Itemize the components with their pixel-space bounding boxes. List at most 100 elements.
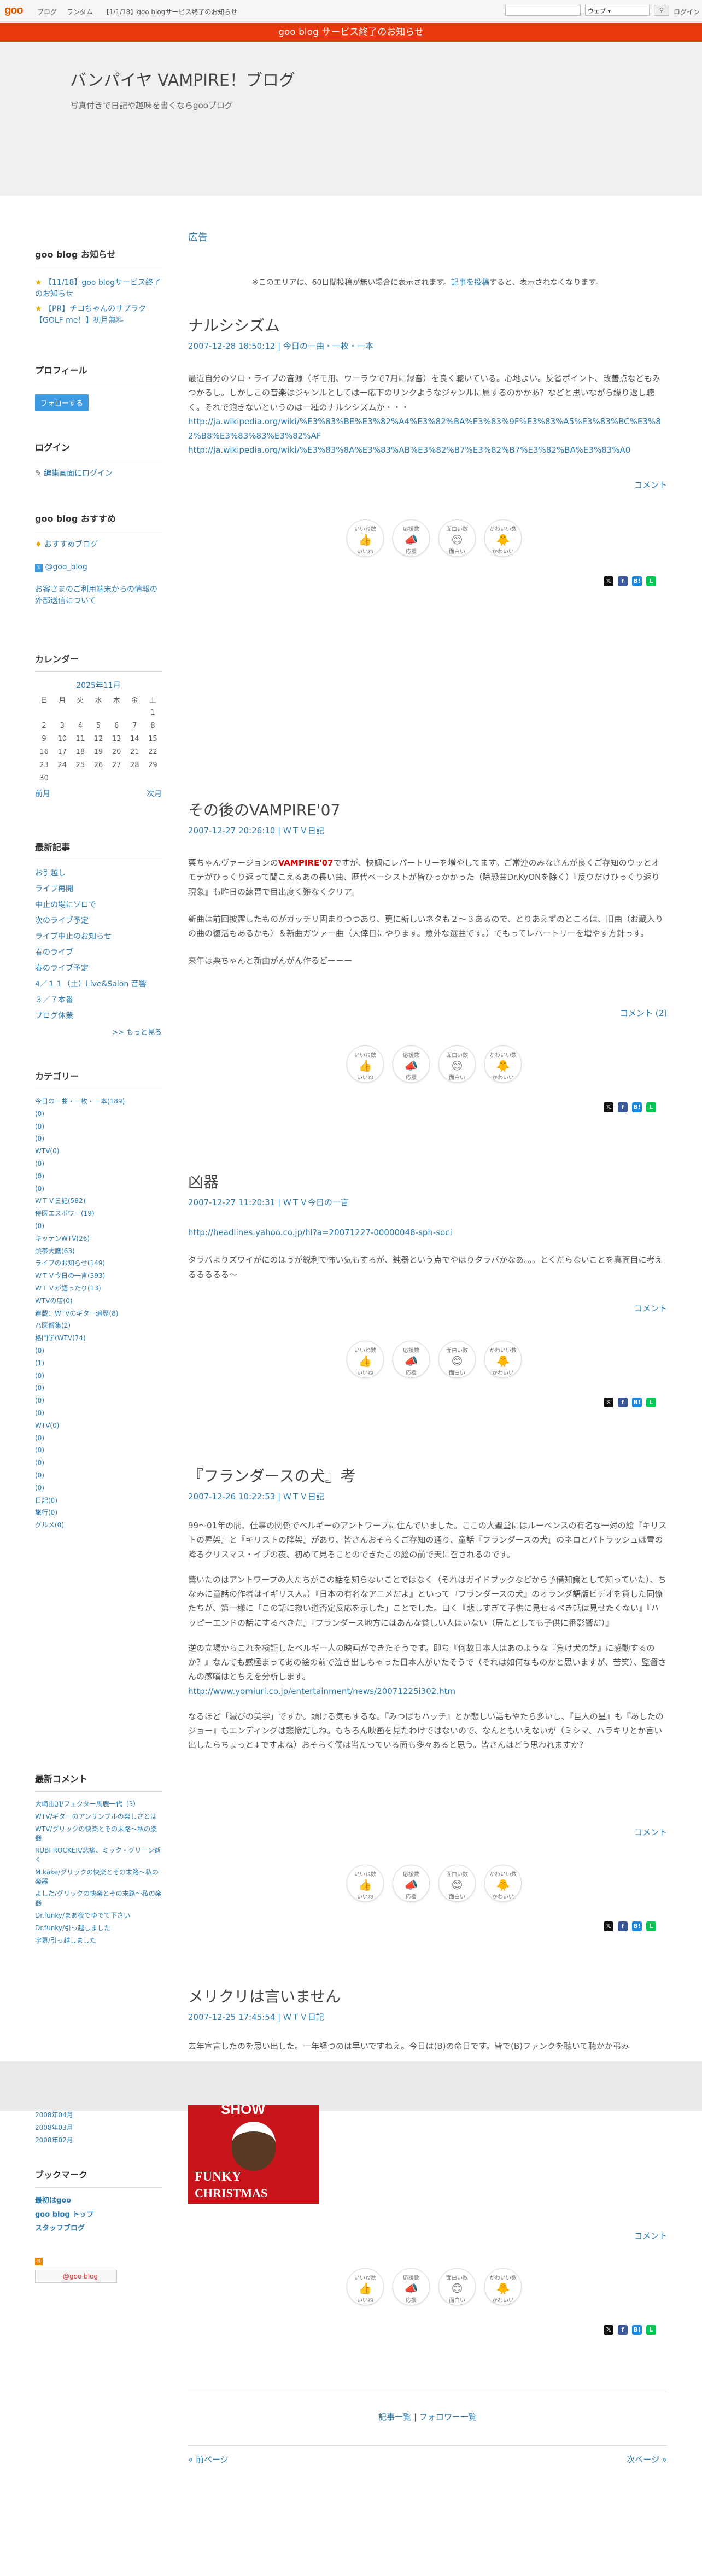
reaction-button-0[interactable]: いいね数 👍 いいね <box>347 1045 384 1083</box>
reaction-button-1[interactable]: 応援数 📣 応援 <box>393 1341 430 1378</box>
category-link[interactable]: (0) <box>35 1109 162 1119</box>
category-link[interactable]: ＷＴＶが語ったり(13) <box>35 1284 162 1293</box>
category-link[interactable]: (0) <box>35 1134 162 1143</box>
category-link[interactable]: ハ医僧集(2) <box>35 1321 162 1330</box>
facebook-icon[interactable]: f <box>618 2325 628 2335</box>
recent-comment-link[interactable]: WTV/ギターのアンサンブルの楽しさとは <box>35 1812 162 1821</box>
facebook-icon[interactable]: f <box>618 1921 628 1931</box>
category-link[interactable]: 旅行(0) <box>35 1508 162 1517</box>
reaction-button-2[interactable]: 面白い数 😊 面白い <box>438 519 476 557</box>
prev-page-link[interactable]: « 前ページ <box>188 2455 229 2464</box>
category-link[interactable]: ライブのお知らせ(149) <box>35 1259 162 1268</box>
news-item-1[interactable]: 【11/18】goo blogサービス終了のお知らせ <box>35 278 161 299</box>
rss-icon[interactable]: R <box>35 2257 43 2265</box>
reaction-button-0[interactable]: いいね数 👍 いいね <box>347 1341 384 1378</box>
reaction-button-3[interactable]: かわいい数 🐥 かわいい <box>484 1341 522 1378</box>
reaction-button-3[interactable]: かわいい数 🐥 かわいい <box>484 2268 522 2305</box>
post-article-link[interactable]: 記事を投稿 <box>451 278 489 287</box>
post-link[interactable]: http://headlines.yahoo.co.jp/hl?a=200712… <box>188 1228 452 1237</box>
category-link[interactable]: (0) <box>35 1159 162 1169</box>
recent-post-link[interactable]: ３／７本番 <box>35 995 162 1006</box>
post-category[interactable]: ＷＴＶ日記 <box>283 2012 324 2022</box>
post-link[interactable]: http://ja.wikipedia.org/wiki/%E3%83%8A%E… <box>188 445 630 455</box>
reaction-button-2[interactable]: 面白い数 😊 面白い <box>438 1045 476 1083</box>
facebook-icon[interactable]: f <box>618 1398 628 1407</box>
archive-link[interactable]: 2008年02月 <box>35 2136 162 2145</box>
reaction-button-3[interactable]: かわいい数 🐥 かわいい <box>484 519 522 557</box>
recent-post-link[interactable]: 4／１１（土）Live&Salon 音響 <box>35 979 162 990</box>
hatena-icon[interactable]: B! <box>632 1921 642 1931</box>
comment-link[interactable]: コメント <box>634 479 667 490</box>
category-link[interactable]: 熱帯大鷹(63) <box>35 1247 162 1256</box>
recent-comment-link[interactable]: 字幕/引っ越しました <box>35 1936 162 1946</box>
category-link[interactable]: (0) <box>35 1371 162 1381</box>
category-link[interactable]: WTV(0) <box>35 1147 162 1156</box>
bookmark-link[interactable]: 最初はgoo <box>35 2195 162 2206</box>
post-link[interactable]: http://www.yomiuri.co.jp/entertainment/n… <box>188 1686 455 1696</box>
line-icon[interactable]: L <box>646 576 656 586</box>
category-link[interactable]: 侍医エスポワー(19) <box>35 1209 162 1218</box>
category-link[interactable]: (0) <box>35 1122 162 1131</box>
topbar-link-notice[interactable]: 【1/1/18】goo blogサービス終了のお知らせ <box>103 8 237 16</box>
post-category[interactable]: 今日の一曲・一枚・一本 <box>283 341 373 351</box>
category-link[interactable]: ＷＴＶ今日の一言(393) <box>35 1271 162 1281</box>
x-icon[interactable]: 𝕏 <box>604 576 613 586</box>
category-link[interactable]: 日記(0) <box>35 1496 162 1505</box>
hatena-icon[interactable]: B! <box>632 1102 642 1112</box>
topbar-link-random[interactable]: ランダム <box>67 8 93 16</box>
reaction-button-1[interactable]: 応援数 📣 応援 <box>393 1865 430 1902</box>
search-input[interactable] <box>505 5 581 16</box>
line-icon[interactable]: L <box>646 1921 656 1931</box>
comment-link[interactable]: コメント <box>634 2230 667 2241</box>
hatena-icon[interactable]: B! <box>632 2325 642 2335</box>
reaction-button-1[interactable]: 応援数 📣 応援 <box>393 519 430 557</box>
funky-christmas-image[interactable]: SHOW FUNKY CHRISTMAS <box>188 2105 319 2204</box>
post-link[interactable]: http://ja.wikipedia.org/wiki/%E3%83%BE%E… <box>188 417 661 441</box>
follow-button[interactable]: フォローする <box>35 394 89 411</box>
recent-comment-link[interactable]: Dr.funky/引っ越しました <box>35 1924 162 1933</box>
category-link[interactable]: WTVの店(0) <box>35 1296 162 1306</box>
category-link[interactable]: (1) <box>35 1359 162 1368</box>
calendar-prev-link[interactable]: 前月 <box>35 788 50 799</box>
category-link[interactable]: (0) <box>35 1446 162 1455</box>
news-item-2[interactable]: 【PR】チコちゃんのサプラク【GOLF me！】初月無料 <box>35 305 146 325</box>
category-link[interactable]: 連載：WTVのギター遍歴(8) <box>35 1309 162 1318</box>
rec-blogs-link[interactable]: おすすめブログ <box>44 540 98 549</box>
recent-post-link[interactable]: ライブ中止のお知らせ <box>35 931 162 943</box>
external-transmission-link[interactable]: お客さまのご利用端末からの情報の外部送信について <box>35 585 157 605</box>
category-link[interactable]: (0) <box>35 1483 162 1493</box>
facebook-icon[interactable]: f <box>618 1102 628 1112</box>
recent-comment-link[interactable]: WTV/グリックの快楽とその末路～私の楽器 <box>35 1825 162 1843</box>
search-button[interactable]: ⚲ <box>654 5 669 16</box>
goo-blog-badge[interactable]: @goo blog <box>35 2269 117 2283</box>
calendar-next-link[interactable]: 次月 <box>147 788 162 799</box>
recent-post-link[interactable]: 春のライブ <box>35 947 162 959</box>
line-icon[interactable]: L <box>646 2325 656 2335</box>
blog-title[interactable]: バンパイヤ VAMPIRE！ブログ <box>70 67 295 91</box>
post-category[interactable]: ＷＴＶ日記 <box>283 826 324 836</box>
hatena-icon[interactable]: B! <box>632 1398 642 1407</box>
post-category[interactable]: ＷＴＶ日記 <box>283 1492 324 1502</box>
article-list-link[interactable]: 記事一覧 <box>378 2412 411 2422</box>
reaction-button-2[interactable]: 面白い数 😊 面白い <box>438 2268 476 2305</box>
comment-link[interactable]: コメント <box>634 1826 667 1838</box>
category-link[interactable]: (0) <box>35 1471 162 1480</box>
recent-post-link[interactable]: お引越し <box>35 868 162 879</box>
category-link[interactable]: 今日の一曲・一枚・一本(189) <box>35 1097 162 1106</box>
category-link[interactable]: (0) <box>35 1396 162 1405</box>
reaction-button-3[interactable]: かわいい数 🐥 かわいい <box>484 1865 522 1902</box>
x-icon[interactable]: 𝕏 <box>604 1102 613 1112</box>
x-icon[interactable]: 𝕏 <box>604 1398 613 1407</box>
category-link[interactable]: WTV(0) <box>35 1421 162 1430</box>
category-link[interactable]: ＷＴＶ日記(582) <box>35 1196 162 1206</box>
reaction-button-1[interactable]: 応援数 📣 応援 <box>393 2268 430 2305</box>
follower-list-link[interactable]: フォロワー一覧 <box>419 2412 477 2422</box>
reaction-button-2[interactable]: 面白い数 😊 面白い <box>438 1341 476 1378</box>
post-title[interactable]: 『フランダースの犬』考 <box>188 1464 667 1486</box>
bookmark-link[interactable]: スタッフブログ <box>35 2223 162 2234</box>
recent-post-link[interactable]: 春のライブ予定 <box>35 963 162 974</box>
category-link[interactable]: キッテンWTV(26) <box>35 1234 162 1243</box>
service-end-link[interactable]: goo blog サービス終了のお知らせ <box>278 27 424 38</box>
category-link[interactable]: 格門学(WTV(74) <box>35 1334 162 1343</box>
reaction-button-0[interactable]: いいね数 👍 いいね <box>347 519 384 557</box>
